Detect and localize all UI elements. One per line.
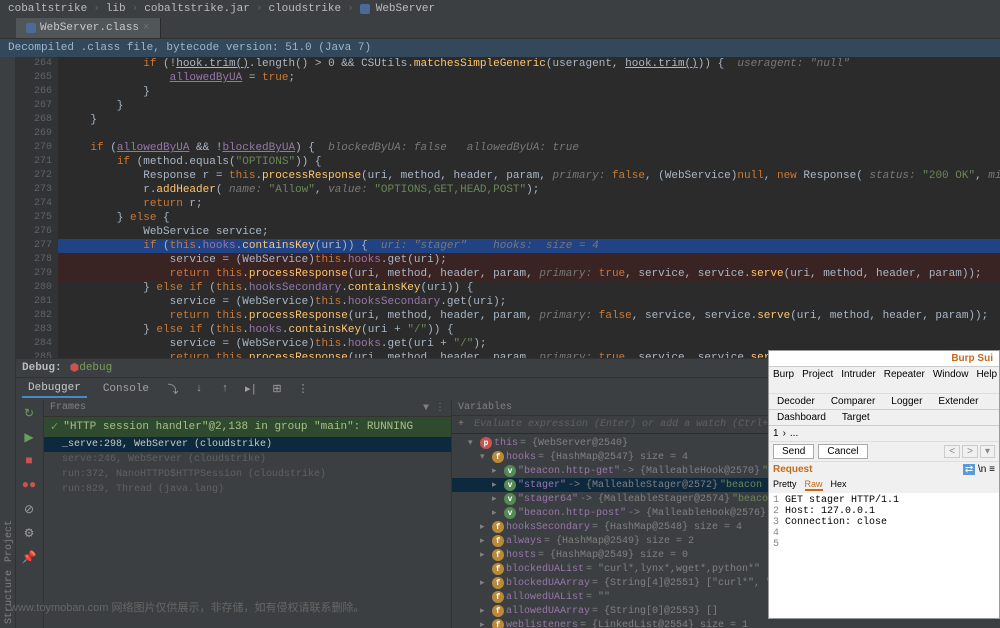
burp-window[interactable]: Burp Sui Burp Project Intruder Repeater Wind… — [768, 350, 1000, 619]
filter-icon[interactable]: ▼ — [423, 403, 429, 414]
editor-gutter[interactable]: 2642652662672682692702712722732742752762… — [16, 57, 58, 358]
request-label: Request — [773, 464, 812, 475]
tab-webserver[interactable]: WebServer.class × — [16, 18, 161, 38]
pin-icon[interactable]: 📌 — [20, 548, 38, 566]
more-icon[interactable]: ⋮ — [435, 403, 445, 414]
toolwindow-project[interactable]: Project — [0, 516, 15, 566]
burp-menu-item[interactable]: Burp — [773, 369, 794, 391]
burp-menu-item[interactable]: Help — [976, 369, 997, 391]
burp-menubar: BurpProjectIntruderRepeaterWindowHelpTur… — [769, 367, 999, 394]
debug-title: Debug: — [22, 362, 62, 374]
burp-tab[interactable]: Comparer — [823, 394, 883, 409]
watermark: www.toymoban.com 网络图片仅供展示，非存储，如有侵权请联系删除。 — [10, 599, 364, 615]
burp-menu-item[interactable]: Window — [933, 369, 969, 391]
prev-icon[interactable]: < — [944, 445, 960, 458]
stack-frame[interactable]: serve:246, WebServer (cloudstrike) — [44, 452, 451, 467]
burp-view-tab[interactable]: Pretty — [773, 479, 797, 491]
burp-tab[interactable]: Dashboard — [769, 410, 834, 425]
newline-icon[interactable]: \n — [978, 464, 986, 475]
close-icon[interactable]: × — [143, 22, 150, 34]
crumb[interactable]: cobaltstrike — [8, 3, 87, 15]
more-icon[interactable]: ⋮ — [295, 381, 311, 397]
burp-menu-item[interactable]: Intruder — [841, 369, 875, 391]
editor-tabbar: WebServer.class × — [0, 18, 1000, 39]
repeater-tab-num[interactable]: 1 — [773, 428, 779, 439]
burp-tab[interactable]: Target — [834, 410, 878, 425]
settings-icon[interactable]: ⚙ — [20, 524, 38, 542]
next-icon[interactable]: > — [962, 445, 978, 458]
burp-view-tab[interactable]: Raw — [805, 479, 823, 491]
class-icon — [360, 4, 370, 14]
burp-tab[interactable]: Decoder — [769, 394, 823, 409]
cancel-button[interactable]: Cancel — [818, 444, 867, 459]
send-button[interactable]: Send — [773, 444, 814, 459]
crumb[interactable]: cobaltstrike.jar — [144, 3, 250, 15]
frames-title: Frames — [50, 402, 86, 414]
burp-tabs-row1: DecoderComparerLoggerExtender — [769, 394, 999, 410]
decompiled-banner: Decompiled .class file, bytecode version… — [0, 39, 1000, 57]
thread-running-icon: ✓ — [50, 420, 59, 434]
step-into-icon[interactable]: ↓ — [191, 381, 207, 397]
variable-node[interactable]: ▸f weblisteners = {LinkedList@2554} size… — [452, 618, 1000, 628]
resume-icon[interactable]: ▶ — [20, 428, 38, 446]
toggle-icon[interactable]: ⇄ — [963, 464, 975, 475]
toolwindow-stripe-left: Project Structure — [0, 57, 16, 628]
dropdown-icon[interactable]: ▾ — [980, 445, 995, 458]
stop-icon[interactable]: ■ — [20, 452, 38, 470]
editor-code[interactable]: if (!hook.trim().length() > 0 && CSUtils… — [58, 57, 1000, 358]
crumb[interactable]: lib — [106, 3, 126, 15]
stack-frame[interactable]: _serve:298, WebServer (cloudstrike) — [44, 437, 451, 452]
thread-label: "HTTP session handler"@2,138 in group "m… — [63, 421, 413, 433]
frames-pane: Frames ▼ ⋮ ✓ "HTTP session handler"@2,13… — [44, 400, 452, 628]
burp-view-tab[interactable]: Hex — [831, 479, 847, 491]
evaluate-icon[interactable]: ⊞ — [269, 381, 285, 397]
tab-debugger[interactable]: Debugger — [22, 380, 87, 398]
add-icon[interactable]: + — [458, 419, 464, 430]
rerun-icon[interactable]: ↻ — [20, 404, 38, 422]
stack-frame[interactable]: run:372, NanoHTTPD$HTTPSession (cloudstr… — [44, 467, 451, 482]
burp-menu-item[interactable]: Repeater — [884, 369, 925, 391]
bug-icon: ⬢ — [70, 361, 80, 375]
code-editor[interactable]: 2642652662672682692702712722732742752762… — [16, 57, 1000, 358]
tab-console[interactable]: Console — [97, 381, 155, 397]
burp-tabs-row2: DashboardTarget — [769, 410, 999, 426]
run-config-name[interactable]: debug — [79, 362, 112, 374]
dropdown-icon[interactable]: › — [783, 428, 786, 439]
burp-request-editor[interactable]: 1GET stager HTTP/1.12Host: 127.0.0.13Con… — [769, 493, 999, 618]
debug-side-toolbar: ↻ ▶ ■ ●● ⊘ ⚙ 📌 — [16, 400, 44, 628]
hamburger-icon[interactable]: ≡ — [989, 464, 995, 475]
burp-tab[interactable]: Extender — [930, 394, 986, 409]
mute-breakpoints-icon[interactable]: ⊘ — [20, 500, 38, 518]
step-over-icon[interactable]: ⤵ — [165, 381, 181, 397]
thread-selector[interactable]: ✓ "HTTP session handler"@2,138 in group … — [44, 417, 451, 437]
burp-title: Burp Sui — [769, 351, 999, 367]
run-to-cursor-icon[interactable]: ▸| — [243, 381, 259, 397]
ellipsis-icon[interactable]: ... — [790, 428, 798, 439]
burp-menu-item[interactable]: Project — [802, 369, 833, 391]
stack-frame[interactable]: run:829, Thread (java.lang) — [44, 482, 451, 497]
breadcrumb: cobaltstrike› lib› cobaltstrike.jar› clo… — [0, 0, 1000, 18]
crumb[interactable]: WebServer — [376, 3, 435, 15]
crumb[interactable]: cloudstrike — [268, 3, 341, 15]
burp-view-tabs: Pretty Raw Hex — [769, 477, 999, 493]
view-breakpoints-icon[interactable]: ●● — [20, 476, 38, 494]
class-icon — [26, 23, 36, 33]
step-out-icon[interactable]: ↑ — [217, 381, 233, 397]
burp-tab[interactable]: Logger — [883, 394, 930, 409]
tab-label: WebServer.class — [40, 22, 139, 34]
vars-title: Variables — [458, 402, 512, 413]
